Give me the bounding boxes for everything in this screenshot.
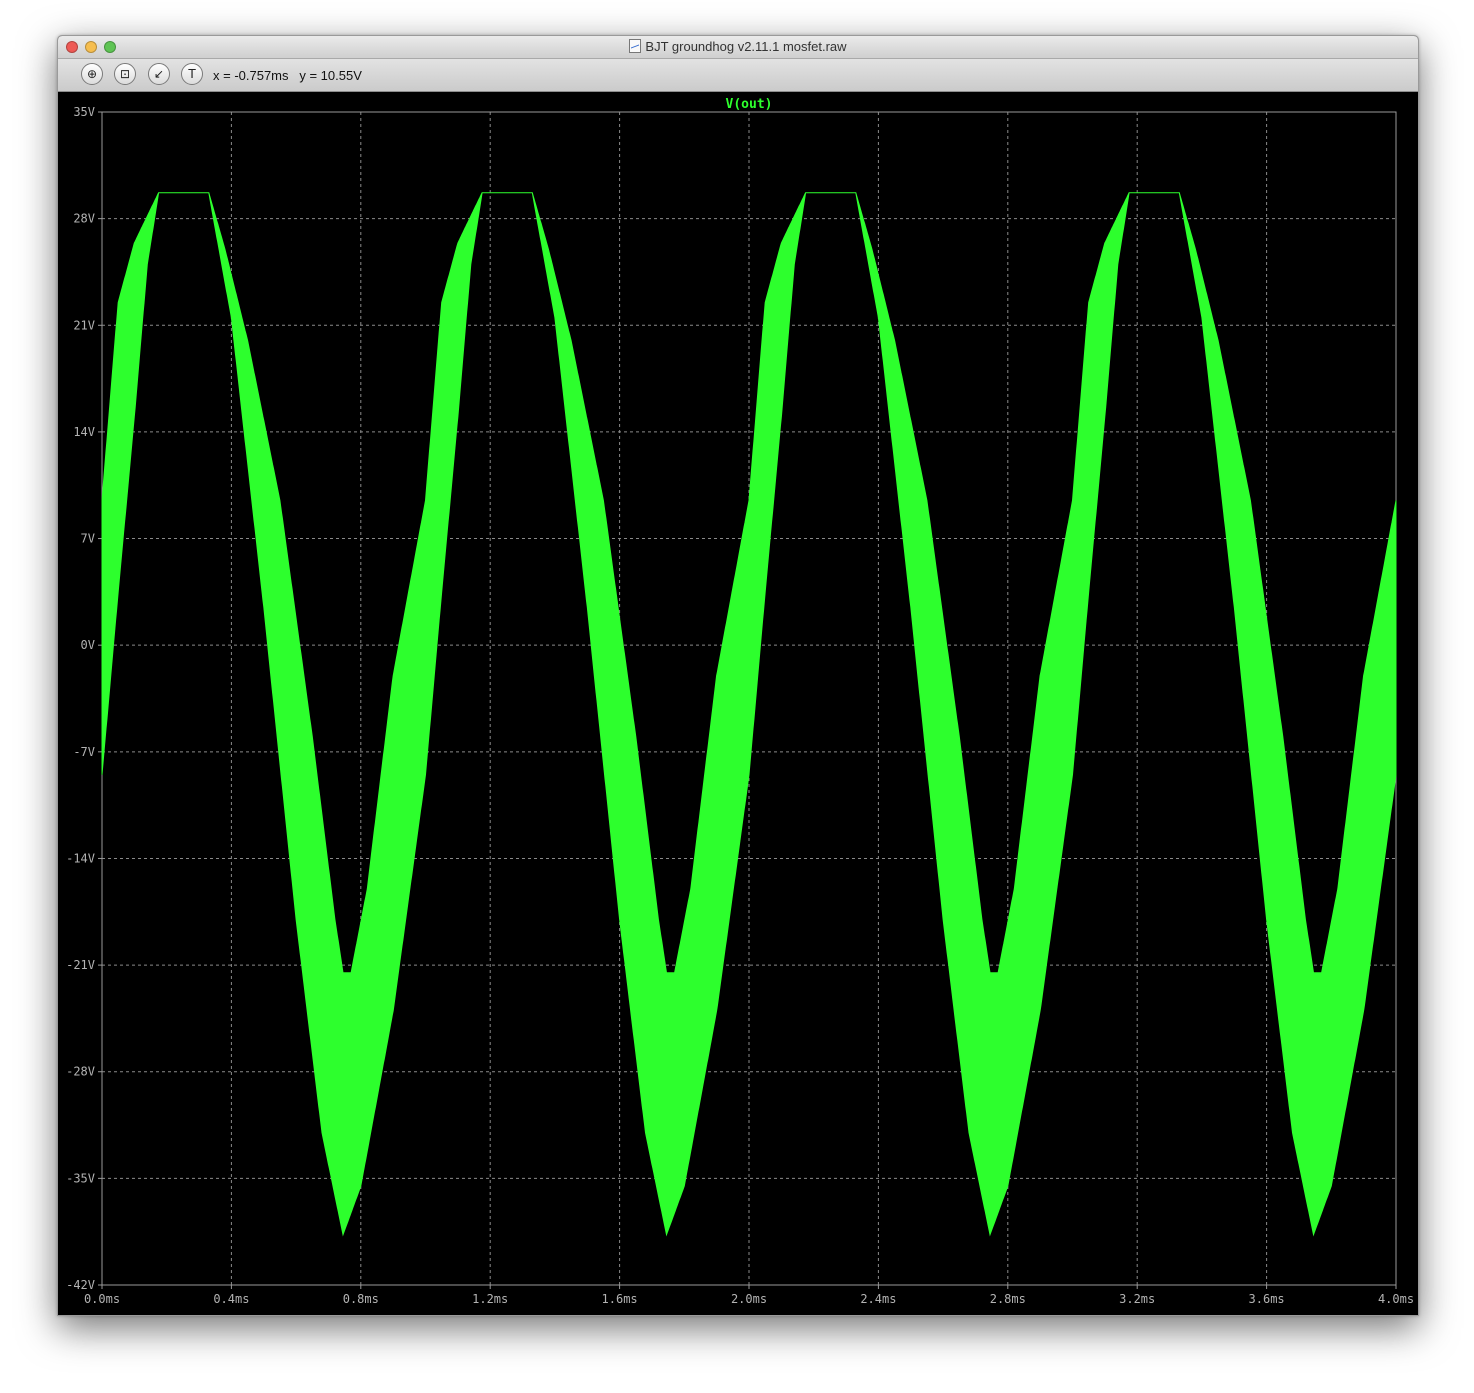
x-tick-label: 2.0ms bbox=[731, 1292, 767, 1306]
y-tick-label: 21V bbox=[73, 318, 95, 332]
title-bar[interactable]: BJT groundhog v2.11.1 mosfet.raw bbox=[58, 36, 1418, 59]
window-title: BJT groundhog v2.11.1 mosfet.raw bbox=[645, 39, 847, 54]
y-tick-label: 14V bbox=[73, 425, 95, 439]
x-tick-label: 3.2ms bbox=[1119, 1292, 1155, 1306]
waveform-plot[interactable]: 0.0ms 0.4ms 0.8ms 1.2ms 1.6ms 2.0ms 2.4ms 2.8ms… bbox=[58, 92, 1418, 1315]
cursor-readout: x = -0.757ms y = 10.55V bbox=[213, 68, 362, 83]
x-tick-label: 0.8ms bbox=[343, 1292, 379, 1306]
x-tick-label: 3.6ms bbox=[1249, 1292, 1285, 1306]
window-title-group: BJT groundhog v2.11.1 mosfet.raw bbox=[58, 39, 1418, 54]
fit-frame-icon: ⊡ bbox=[119, 67, 131, 81]
plot-area[interactable]: 0.0ms 0.4ms 0.8ms 1.2ms 1.6ms 2.0ms 2.4ms 2.8ms… bbox=[58, 92, 1418, 1315]
toolbar: ⊕ ⊡ ↙ T x = -0.757ms y = 10.55V bbox=[58, 59, 1418, 92]
waveform-viewer-window: BJT groundhog v2.11.1 mosfet.raw ⊕ ⊡ ↙ T… bbox=[57, 35, 1419, 1316]
y-tick-label: 7V bbox=[81, 532, 95, 546]
y-tick-label: -21V bbox=[66, 958, 95, 972]
x-tick-label: 0.0ms bbox=[84, 1292, 120, 1306]
y-tick-label: -14V bbox=[66, 851, 95, 865]
cursor-button[interactable]: ↙ bbox=[148, 63, 170, 85]
probe-icon: T bbox=[188, 67, 196, 81]
y-tick-label: -28V bbox=[66, 1065, 95, 1079]
x-tick-label: 1.2ms bbox=[472, 1292, 508, 1306]
y-tick-label: 35V bbox=[73, 105, 95, 119]
y-tick-label: 0V bbox=[81, 638, 95, 652]
x-tick-label: 1.6ms bbox=[602, 1292, 638, 1306]
zoom-fit-button[interactable]: ⊡ bbox=[114, 63, 136, 85]
y-tick-label: -42V bbox=[66, 1278, 95, 1292]
magnifier-cross-icon: ⊕ bbox=[86, 67, 98, 81]
y-tick-label: -35V bbox=[66, 1171, 95, 1185]
cursor-axes-icon: ↙ bbox=[153, 67, 165, 81]
waveform-document-icon bbox=[629, 39, 642, 53]
y-tick-label: 28V bbox=[73, 212, 95, 226]
zoom-in-button[interactable]: ⊕ bbox=[81, 63, 103, 85]
x-tick-label: 0.4ms bbox=[213, 1292, 249, 1306]
series-legend-label: V(out) bbox=[726, 97, 773, 112]
y-tick-label: -7V bbox=[73, 745, 95, 759]
x-tick-label: 2.8ms bbox=[990, 1292, 1026, 1306]
x-tick-label: 4.0ms bbox=[1378, 1292, 1414, 1306]
x-tick-label: 2.4ms bbox=[860, 1292, 896, 1306]
probe-button[interactable]: T bbox=[181, 63, 203, 85]
